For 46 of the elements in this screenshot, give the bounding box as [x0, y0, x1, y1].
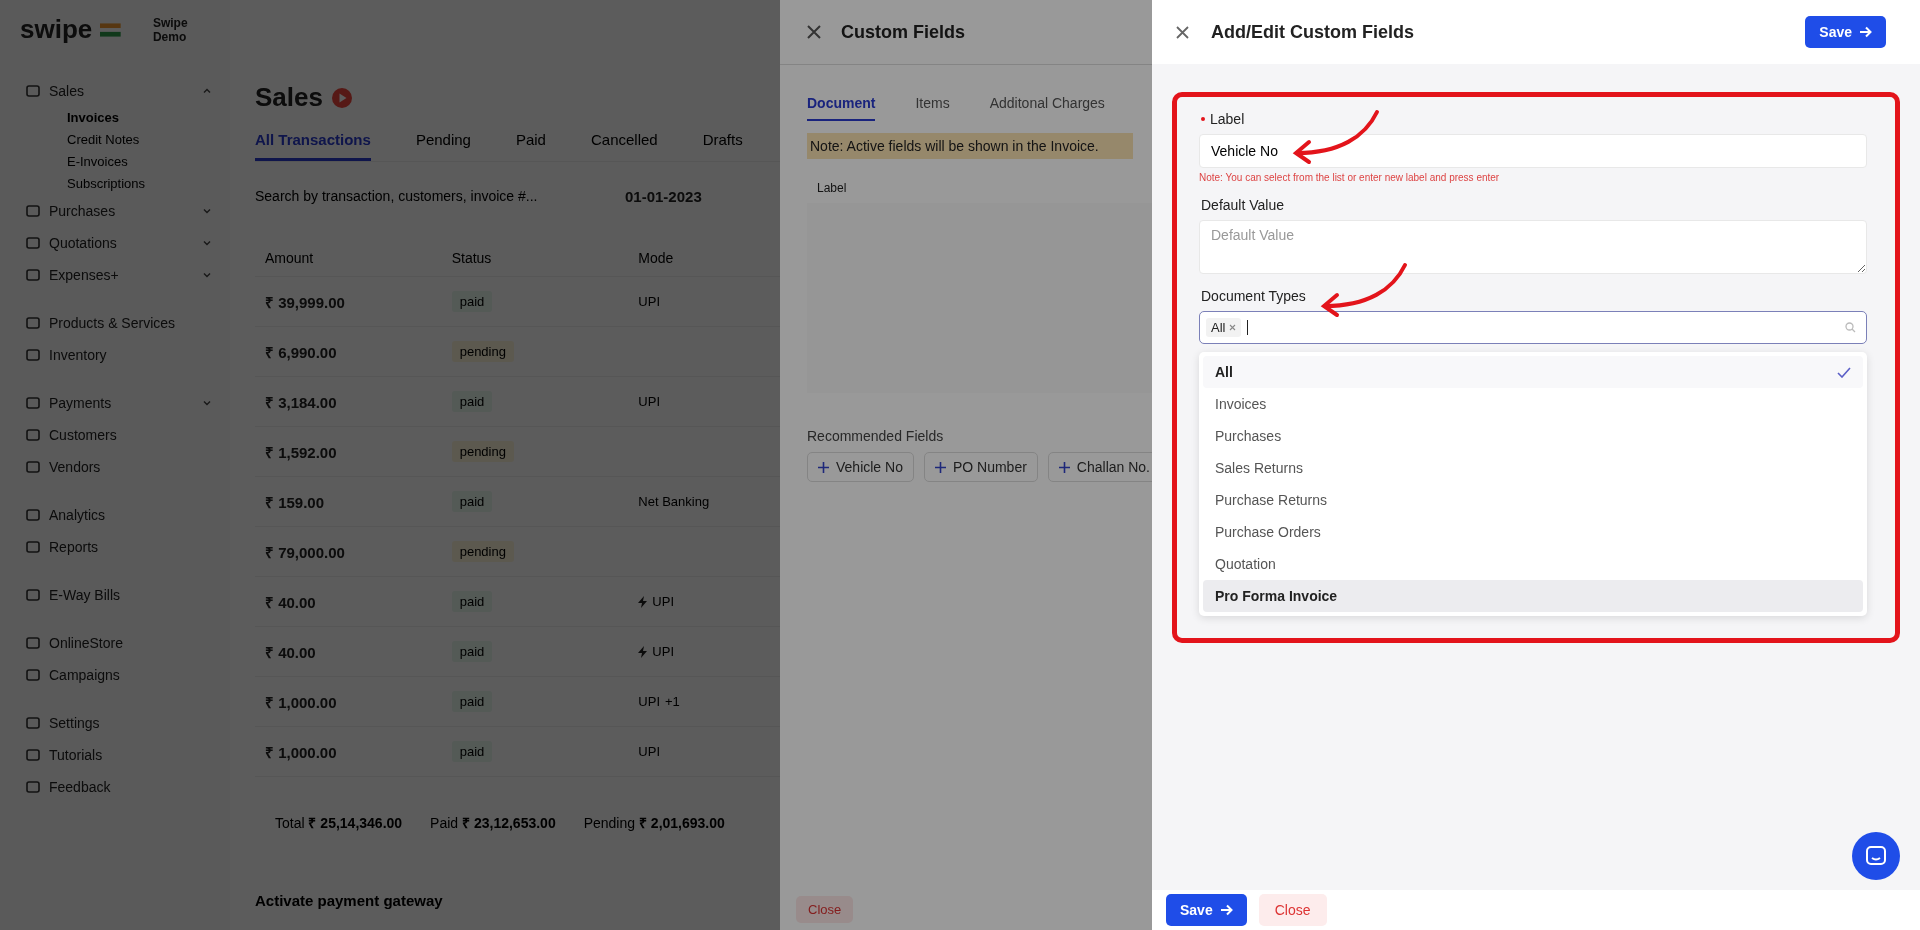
- amount-cell-text: ₹ 6,990.00: [264, 342, 338, 362]
- status-badge: paid: [451, 591, 493, 612]
- status-badge: paid: [451, 741, 493, 762]
- column-header: Mode: [637, 250, 675, 266]
- payment-mode: Net Banking: [638, 494, 710, 509]
- total-summary: Total ₹ 25,14,346.00: [275, 814, 403, 832]
- payment-mode: UPI: [652, 594, 674, 609]
- payment-mode: UPI: [652, 644, 674, 659]
- amount-cell-text: ₹ 1,000.00: [264, 742, 338, 762]
- company-name: Swipe Demo: [152, 15, 189, 44]
- amount-cell-text: ₹ 1,592.00: [264, 442, 338, 462]
- status-badge: paid: [451, 691, 493, 712]
- promo-title: Activate payment gateway: [255, 892, 444, 909]
- amount-cell-text: ₹ 40.00: [264, 592, 317, 612]
- amount-cell-text: ₹ 39,999.00: [264, 292, 346, 312]
- status-badge: pending: [451, 341, 514, 362]
- total-summary: Paid ₹ 23,12,653.00: [430, 814, 556, 832]
- status-badge: paid: [451, 391, 493, 412]
- extra-count: +1: [665, 694, 680, 709]
- drawer-title: Add/Edit Custom Fields: [1211, 21, 1415, 43]
- amount-cell-text: ₹ 159.00: [264, 492, 326, 512]
- brand-logo: swipe: [20, 14, 93, 45]
- field-label: Document Types: [1201, 288, 1307, 304]
- payment-mode: UPI: [638, 694, 660, 709]
- status-badge: pending: [451, 541, 514, 562]
- amount-cell-text: ₹ 3,184.00: [264, 392, 338, 412]
- total-summary: Pending ₹ 2,01,693.00: [583, 814, 725, 832]
- status-badge: paid: [451, 641, 493, 662]
- field-label: Label: [1201, 111, 1867, 127]
- payment-mode: UPI: [638, 744, 660, 759]
- amount-cell-text: ₹ 1,000.00: [264, 692, 338, 712]
- drawer-title: Custom Fields: [841, 21, 965, 43]
- hint-text: Note: You can select from the list or enter new label and press enter: [1199, 172, 1501, 183]
- amount-cell-text: ₹ 79,000.00: [264, 542, 346, 562]
- section-title: Recommended Fields: [807, 428, 945, 444]
- status-badge: pending: [451, 441, 514, 462]
- column-header: Amount: [264, 250, 315, 266]
- page-title: Sales: [255, 82, 323, 113]
- column-header: Status: [450, 250, 493, 266]
- field-label: Default Value: [1201, 197, 1285, 213]
- payment-mode: UPI: [638, 394, 660, 409]
- payment-mode: UPI: [638, 294, 660, 309]
- status-badge: paid: [451, 291, 493, 312]
- info-note: Note: Active fields will be shown in the Invoice.: [807, 133, 1133, 159]
- status-badge: paid: [451, 491, 493, 512]
- amount-cell-text: ₹ 40.00: [264, 642, 317, 662]
